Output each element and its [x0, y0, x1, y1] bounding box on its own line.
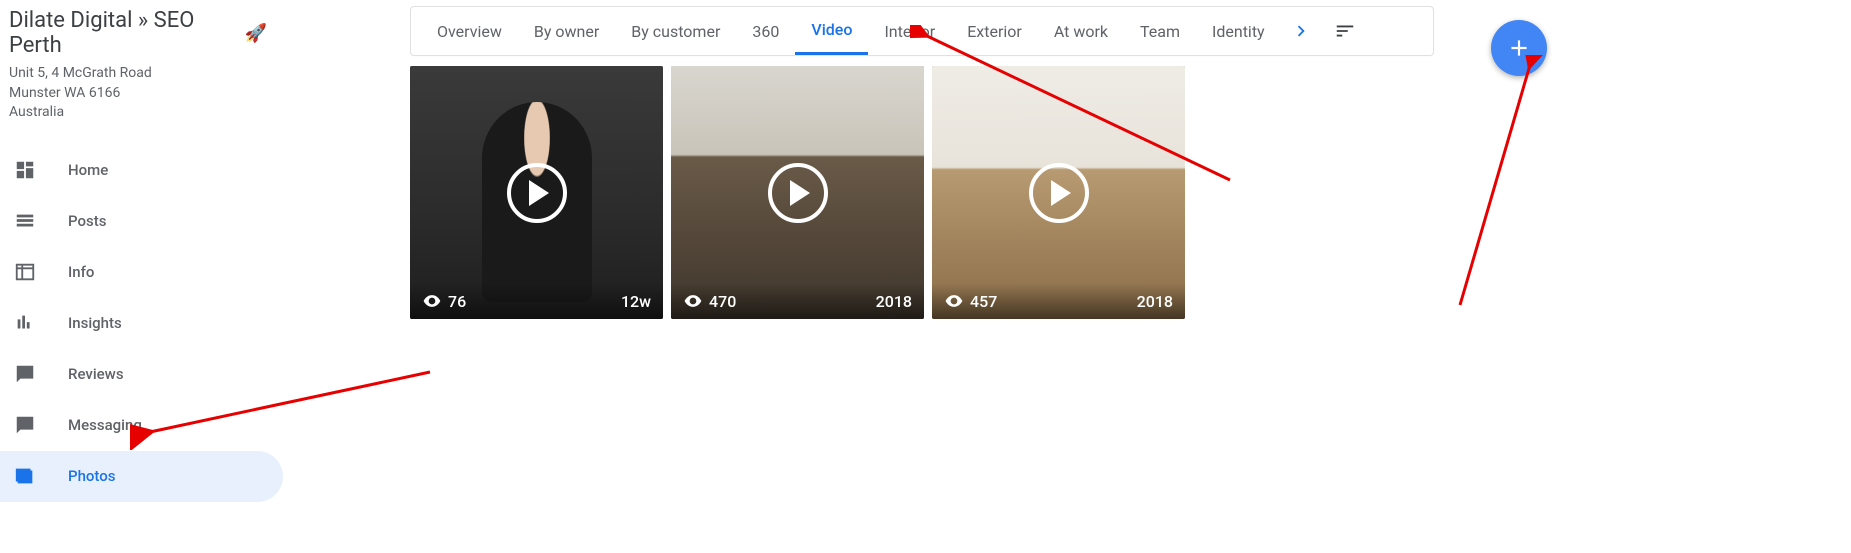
eye-icon: [683, 291, 703, 311]
sidebar-item-messaging[interactable]: Messaging: [0, 400, 283, 451]
views-count: 470: [709, 292, 736, 311]
sidebar-item-label: Posts: [68, 212, 106, 230]
sort-icon: [1334, 20, 1356, 42]
sort-button[interactable]: [1325, 11, 1365, 51]
plus-icon: [1506, 35, 1532, 61]
photo-tab-bar: Overview By owner By customer 360 Video …: [410, 6, 1434, 56]
rocket-icon: 🚀: [245, 23, 267, 44]
home-icon: [14, 159, 56, 181]
messaging-icon: [14, 414, 56, 436]
address-line-1: Unit 5, 4 McGrath Road: [9, 64, 267, 84]
tab-exterior[interactable]: Exterior: [951, 7, 1038, 55]
tab-team[interactable]: Team: [1124, 7, 1196, 55]
info-icon: [14, 261, 56, 283]
views-count: 457: [970, 292, 997, 311]
sidebar-item-label: Reviews: [68, 365, 124, 383]
tab-by-customer[interactable]: By customer: [615, 7, 736, 55]
sidebar-item-home[interactable]: Home: [0, 145, 283, 196]
sidebar-item-label: Messaging: [68, 416, 142, 434]
chevron-right-icon: [1290, 20, 1312, 42]
sidebar-item-label: Photos: [68, 467, 115, 485]
address-country: Australia: [9, 103, 267, 123]
sidebar-item-posts[interactable]: Posts: [0, 196, 283, 247]
play-icon: [507, 163, 567, 223]
video-card[interactable]: 470 2018: [671, 66, 924, 319]
sidebar-nav: Home Posts Info Insights Reviews: [0, 145, 283, 502]
posts-icon: [14, 210, 56, 232]
tab-interior[interactable]: Interior: [868, 7, 951, 55]
tab-scroll-right-button[interactable]: [1281, 11, 1321, 51]
business-address: Unit 5, 4 McGrath Road Munster WA 6166 A…: [9, 64, 267, 123]
video-meta: 76 12w: [410, 283, 663, 319]
main-content: Overview By owner By customer 360 Video …: [410, 6, 1590, 319]
sidebar-item-label: Insights: [68, 314, 122, 332]
business-title: Dilate Digital » SEO Perth 🚀: [9, 8, 267, 58]
sidebar: Dilate Digital » SEO Perth 🚀 Unit 5, 4 M…: [0, 0, 283, 502]
sidebar-item-label: Info: [68, 263, 94, 281]
tab-overview[interactable]: Overview: [421, 7, 518, 55]
play-icon: [1029, 163, 1089, 223]
business-header: Dilate Digital » SEO Perth 🚀 Unit 5, 4 M…: [0, 0, 283, 135]
video-date: 2018: [1137, 292, 1173, 311]
tab-at-work[interactable]: At work: [1038, 7, 1124, 55]
sidebar-item-reviews[interactable]: Reviews: [0, 349, 283, 400]
play-icon: [768, 163, 828, 223]
video-date: 2018: [876, 292, 912, 311]
video-meta: 470 2018: [671, 283, 924, 319]
address-line-2: Munster WA 6166: [9, 84, 267, 104]
tab-video[interactable]: Video: [795, 7, 868, 55]
eye-icon: [422, 291, 442, 311]
business-name: Dilate Digital » SEO Perth: [9, 8, 239, 58]
photos-icon: [14, 465, 56, 487]
video-card[interactable]: 76 12w: [410, 66, 663, 319]
eye-icon: [944, 291, 964, 311]
insights-icon: [14, 312, 56, 334]
sidebar-item-label: Home: [68, 161, 108, 179]
video-views: 457: [944, 291, 997, 311]
tab-by-owner[interactable]: By owner: [518, 7, 615, 55]
video-views: 470: [683, 291, 736, 311]
views-count: 76: [448, 292, 466, 311]
video-card[interactable]: 457 2018: [932, 66, 1185, 319]
video-grid: 76 12w 470 2018 457: [410, 66, 1590, 319]
reviews-icon: [14, 363, 56, 385]
sidebar-item-photos[interactable]: Photos: [0, 451, 283, 502]
sidebar-item-insights[interactable]: Insights: [0, 298, 283, 349]
add-photo-fab[interactable]: [1491, 20, 1547, 76]
video-views: 76: [422, 291, 466, 311]
video-meta: 457 2018: [932, 283, 1185, 319]
video-date: 12w: [621, 292, 651, 311]
sidebar-item-info[interactable]: Info: [0, 247, 283, 298]
tab-identity[interactable]: Identity: [1196, 7, 1281, 55]
tab-360[interactable]: 360: [736, 7, 795, 55]
